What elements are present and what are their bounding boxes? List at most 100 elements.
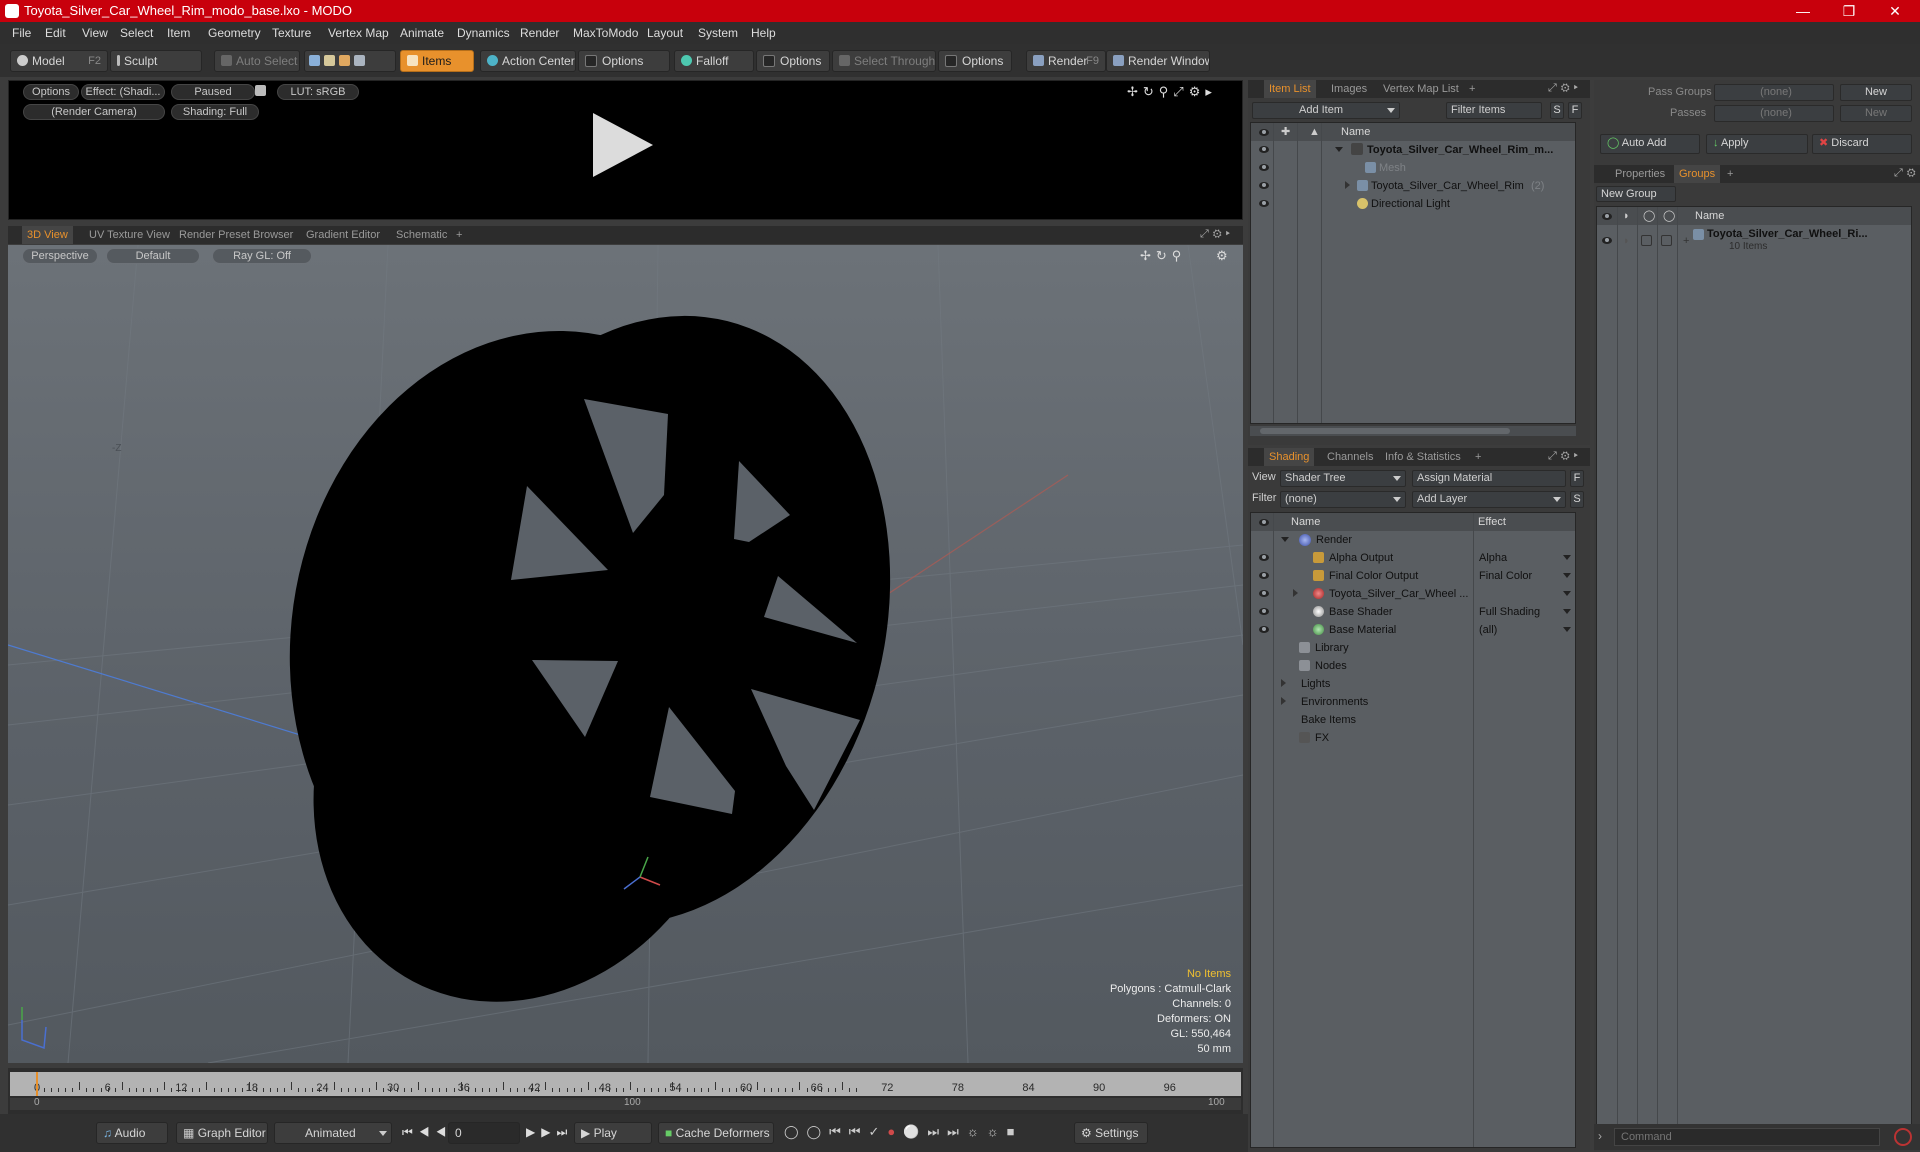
menu-animate[interactable]: Animate <box>400 22 444 44</box>
menu-select[interactable]: Select <box>120 22 153 44</box>
scrollbar-thumb[interactable] <box>1260 428 1510 434</box>
item-row-scene[interactable]: Toyota_Silver_Car_Wheel_Rim_m... <box>1251 141 1575 159</box>
menu-edit[interactable]: Edit <box>45 22 66 44</box>
default-style-dropdown[interactable]: Default <box>106 248 200 264</box>
close-button[interactable]: ✕ <box>1872 0 1918 22</box>
tab-gradient-editor[interactable]: Gradient Editor <box>301 226 385 244</box>
tab-shading[interactable]: Shading <box>1264 448 1315 466</box>
render-view-controls[interactable]: ✢↻⚲⤢⚙▸ <box>1127 84 1217 100</box>
effect-dropdown[interactable]: Effect: (Shadi... <box>81 84 165 100</box>
action-center-button[interactable]: Action Center <box>480 50 576 72</box>
apply-button[interactable]: ↓ Apply <box>1706 134 1808 154</box>
auto-select-button[interactable]: Auto Select <box>214 50 300 72</box>
menu-dynamics[interactable]: Dynamics <box>457 22 510 44</box>
shader-row-bake-items[interactable]: Bake Items <box>1251 711 1575 729</box>
menu-file[interactable]: File <box>12 22 31 44</box>
tab-item-list[interactable]: Item List <box>1264 80 1316 98</box>
render-camera-dropdown[interactable]: (Render Camera) <box>23 104 165 120</box>
tab-uv-texture-view[interactable]: UV Texture View <box>84 226 175 244</box>
ray-gl-dropdown[interactable]: Ray GL: Off <box>212 248 312 264</box>
viewport-nav-controls[interactable]: ✢↻⚲ <box>1140 248 1186 264</box>
tab-schematic[interactable]: Schematic <box>391 226 452 244</box>
s-button[interactable]: S <box>1550 102 1564 119</box>
item-row-wheel-rim[interactable]: Toyota_Silver_Car_Wheel_Rim (2) <box>1251 177 1575 195</box>
group-row[interactable]: ◗ + Toyota_Silver_Car_Wheel_Ri... 10 Ite… <box>1597 225 1911 257</box>
select-through-options-button[interactable]: Options <box>938 50 1012 72</box>
shader-row-fx[interactable]: FX <box>1251 729 1575 747</box>
shader-row-lights[interactable]: Lights <box>1251 675 1575 693</box>
shading-dropdown[interactable]: Shading: Full <box>171 104 259 120</box>
lock-icon[interactable] <box>255 85 266 96</box>
transport-back-buttons[interactable]: ⏮◀◀ <box>402 1125 452 1140</box>
add-layer-dropdown[interactable]: Add Layer <box>1412 491 1566 508</box>
new-pass-group-button[interactable]: New <box>1840 84 1912 101</box>
menu-geometry[interactable]: Geometry <box>208 22 261 44</box>
menu-layout[interactable]: Layout <box>647 22 683 44</box>
menu-system[interactable]: System <box>698 22 738 44</box>
current-time-marker[interactable] <box>36 1072 38 1096</box>
discard-button[interactable]: ✖ Discard <box>1812 134 1912 154</box>
menu-view[interactable]: View <box>82 22 108 44</box>
shader-row-library[interactable]: Library <box>1251 639 1575 657</box>
shader-row-final-color-output[interactable]: Final Color Output Final Color <box>1251 567 1575 585</box>
render-button[interactable]: Render F9 <box>1026 50 1106 72</box>
render-options-button[interactable]: Options <box>23 84 79 100</box>
lock-toggle-icon[interactable] <box>1641 235 1652 246</box>
tab-groups[interactable]: Groups <box>1674 165 1721 183</box>
chevron-down-icon[interactable] <box>1563 573 1571 578</box>
final-color-output-effect[interactable]: Final Color <box>1479 567 1532 585</box>
new-group-button[interactable]: New Group <box>1596 186 1676 202</box>
materials-mode-icon[interactable] <box>354 55 365 66</box>
expand-icon[interactable] <box>1293 589 1298 597</box>
view-tab-controls[interactable]: ⤢⚙▸ <box>1200 228 1234 241</box>
shader-row-base-shader[interactable]: Base Shader Full Shading <box>1251 603 1575 621</box>
items-mode-button[interactable]: Items <box>400 50 474 72</box>
frame-input[interactable]: 0 <box>448 1122 520 1144</box>
item-row-mesh[interactable]: Mesh <box>1251 159 1575 177</box>
lut-dropdown[interactable]: LUT: sRGB <box>277 84 359 100</box>
assign-material-button[interactable]: Assign Material <box>1412 470 1566 487</box>
transport-forward-buttons[interactable]: ▶▶⏭ <box>526 1125 573 1140</box>
model-mode-button[interactable]: Model F2 <box>10 50 108 72</box>
tab-3d-view[interactable]: 3D View <box>22 226 73 244</box>
tab-properties[interactable]: Properties <box>1610 165 1670 183</box>
visibility-toggle-icon[interactable] <box>1602 237 1612 244</box>
paused-button[interactable]: Paused <box>171 84 255 100</box>
menu-item[interactable]: Item <box>167 22 190 44</box>
perspective-dropdown[interactable]: Perspective <box>22 248 98 264</box>
time-ruler[interactable]: 06121824303642485460667278849096 <box>10 1072 1241 1096</box>
chevron-down-icon[interactable] <box>1563 627 1571 632</box>
render-window-button[interactable]: Render Window <box>1106 50 1210 72</box>
auto-add-button[interactable]: ◯ Auto Add <box>1600 134 1700 154</box>
tab-add[interactable]: + <box>451 226 467 244</box>
visibility-toggle-icon[interactable] <box>1259 626 1269 633</box>
filter-dropdown[interactable]: (none) <box>1280 491 1406 508</box>
3d-viewport[interactable]: Perspective Default Ray GL: Off -Z ✢↻⚲ ⚙… <box>8 245 1243 1063</box>
vertices-mode-icon[interactable] <box>309 55 320 66</box>
visibility-toggle-icon[interactable] <box>1259 554 1269 561</box>
tab-add[interactable]: + <box>1470 448 1486 466</box>
viewport-settings-icon[interactable]: ⚙ <box>1216 248 1228 264</box>
f-button[interactable]: F <box>1568 102 1582 119</box>
visibility-toggle-icon[interactable] <box>1259 572 1269 579</box>
keyframe-tool-buttons[interactable]: ◯◯⏮⏮✓●⚪⏭⏭☼☼■ <box>784 1124 1023 1140</box>
shader-row-environments[interactable]: Environments <box>1251 693 1575 711</box>
f-button[interactable]: F <box>1570 470 1584 487</box>
tab-add[interactable]: + <box>1722 165 1738 183</box>
shader-row-wheel-material[interactable]: Toyota_Silver_Car_Wheel ... <box>1251 585 1575 603</box>
expand-plus-icon[interactable]: + <box>1683 232 1689 250</box>
shader-row-render[interactable]: Render <box>1251 531 1575 549</box>
edges-mode-icon[interactable] <box>324 55 335 66</box>
play-render-icon[interactable] <box>593 113 653 177</box>
panel-controls[interactable]: ⤢⚙▸ <box>1548 450 1582 463</box>
select-toggle-icon[interactable] <box>1661 235 1672 246</box>
visibility-toggle-icon[interactable] <box>1259 146 1269 153</box>
filter-items-input[interactable]: Filter Items <box>1446 102 1542 119</box>
wheel-rim-mesh[interactable] <box>232 265 953 1063</box>
action-center-options-button[interactable]: Options <box>578 50 670 72</box>
tab-info-statistics[interactable]: Info & Statistics <box>1380 448 1466 466</box>
animated-dropdown[interactable]: Animated <box>274 1122 392 1144</box>
expand-icon[interactable] <box>1281 679 1286 687</box>
command-input[interactable] <box>1614 1128 1880 1146</box>
passes-dropdown[interactable]: (none) <box>1714 105 1834 122</box>
